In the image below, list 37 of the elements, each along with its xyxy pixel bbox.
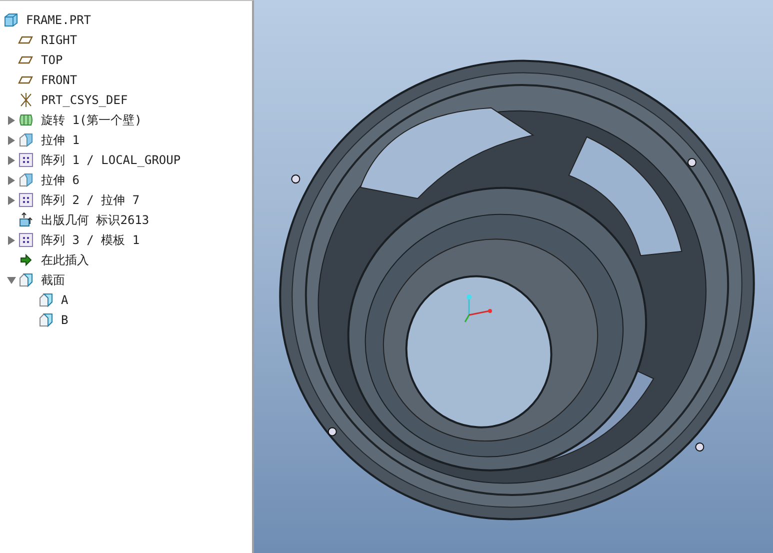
- block-icon: [18, 272, 34, 288]
- expand-arrow-icon[interactable]: [6, 176, 16, 184]
- tree-item[interactable]: 拉伸 6: [41, 172, 80, 188]
- tree-item[interactable]: 阵列 2 / 拉伸 7: [41, 192, 140, 208]
- tree-item[interactable]: TOP: [41, 53, 63, 67]
- expand-arrow-icon[interactable]: [6, 116, 16, 124]
- axes-icon: [18, 92, 34, 108]
- grid-icon: [18, 192, 34, 208]
- tree-item[interactable]: RIGHT: [41, 33, 78, 47]
- tree-item[interactable]: PRT_CSYS_DEF: [41, 93, 128, 107]
- expand-arrow-icon[interactable]: [6, 136, 16, 144]
- geometry-icon: [18, 212, 34, 228]
- tree-item[interactable]: FRAME.PRT: [26, 13, 92, 27]
- tree-item[interactable]: B: [61, 313, 68, 327]
- block-icon: [18, 132, 34, 148]
- grid-icon: [18, 232, 34, 248]
- tree-item[interactable]: 拉伸 1: [41, 132, 80, 148]
- expand-arrow-icon[interactable]: [6, 196, 16, 204]
- axis-triad-icon: [464, 294, 492, 322]
- grid-icon: [18, 152, 34, 168]
- tree-item[interactable]: 截面: [41, 272, 65, 288]
- expand-arrow-icon[interactable]: [6, 156, 16, 164]
- arrow-icon: [18, 252, 34, 268]
- collapse-arrow-icon[interactable]: [6, 276, 16, 284]
- expand-arrow-icon[interactable]: [6, 236, 16, 244]
- revolve-icon: [18, 112, 34, 128]
- block-icon: [38, 292, 54, 308]
- tree-item[interactable]: 出版几何 标识2613: [41, 212, 150, 228]
- tree-item[interactable]: A: [61, 293, 68, 307]
- tree-item[interactable]: FRONT: [41, 73, 78, 87]
- cube-icon: [3, 12, 19, 28]
- block-icon: [38, 312, 54, 328]
- tree-item[interactable]: 阵列 1 / LOCAL_GROUP: [41, 152, 181, 168]
- block-icon: [18, 172, 34, 188]
- tree-item[interactable]: 在此插入: [41, 252, 89, 268]
- tree-item[interactable]: 旋转 1(第一个壁): [41, 112, 142, 128]
- tree-item[interactable]: 阵列 3 / 模板 1: [41, 232, 140, 248]
